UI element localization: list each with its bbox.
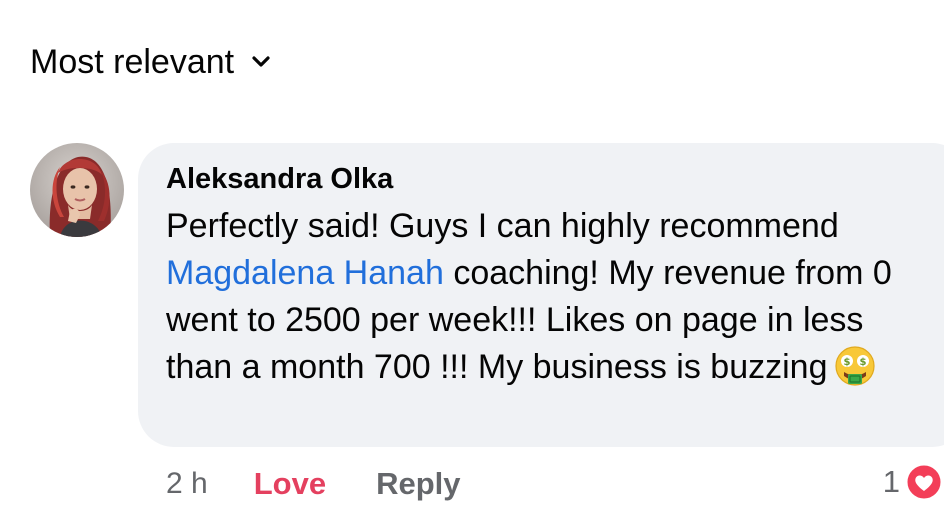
- reaction-count: 1: [882, 464, 900, 499]
- reaction-summary[interactable]: 1: [883, 460, 944, 504]
- comment-text: Perfectly said! Guys I can highly recomm…: [166, 203, 926, 391]
- reply-button[interactable]: Reply: [376, 462, 460, 506]
- comment-timestamp[interactable]: 2 h: [166, 462, 208, 506]
- avatar[interactable]: [30, 143, 124, 237]
- money-mouth-face-icon: $ $: [833, 344, 877, 388]
- sort-label: Most relevant: [30, 43, 235, 81]
- mention-link[interactable]: Magdalena Hanah: [166, 254, 444, 292]
- comment-section: Most relevant Aleksandra Olka Perfectly …: [0, 0, 944, 529]
- svg-text:$: $: [844, 357, 851, 368]
- comment-actions: 2 h Love Reply: [166, 462, 461, 506]
- svg-text:$: $: [860, 357, 867, 368]
- heart-icon: [904, 462, 944, 502]
- comment-text-start: Perfectly said! Guys I can highly recomm…: [166, 207, 839, 245]
- chevron-down-icon: [250, 51, 272, 73]
- comment-author[interactable]: Aleksandra Olka: [166, 161, 393, 197]
- comment-bubble: Aleksandra Olka Perfectly said! Guys I c…: [138, 143, 944, 447]
- love-button[interactable]: Love: [254, 462, 326, 506]
- sort-dropdown[interactable]: Most relevant: [30, 40, 272, 84]
